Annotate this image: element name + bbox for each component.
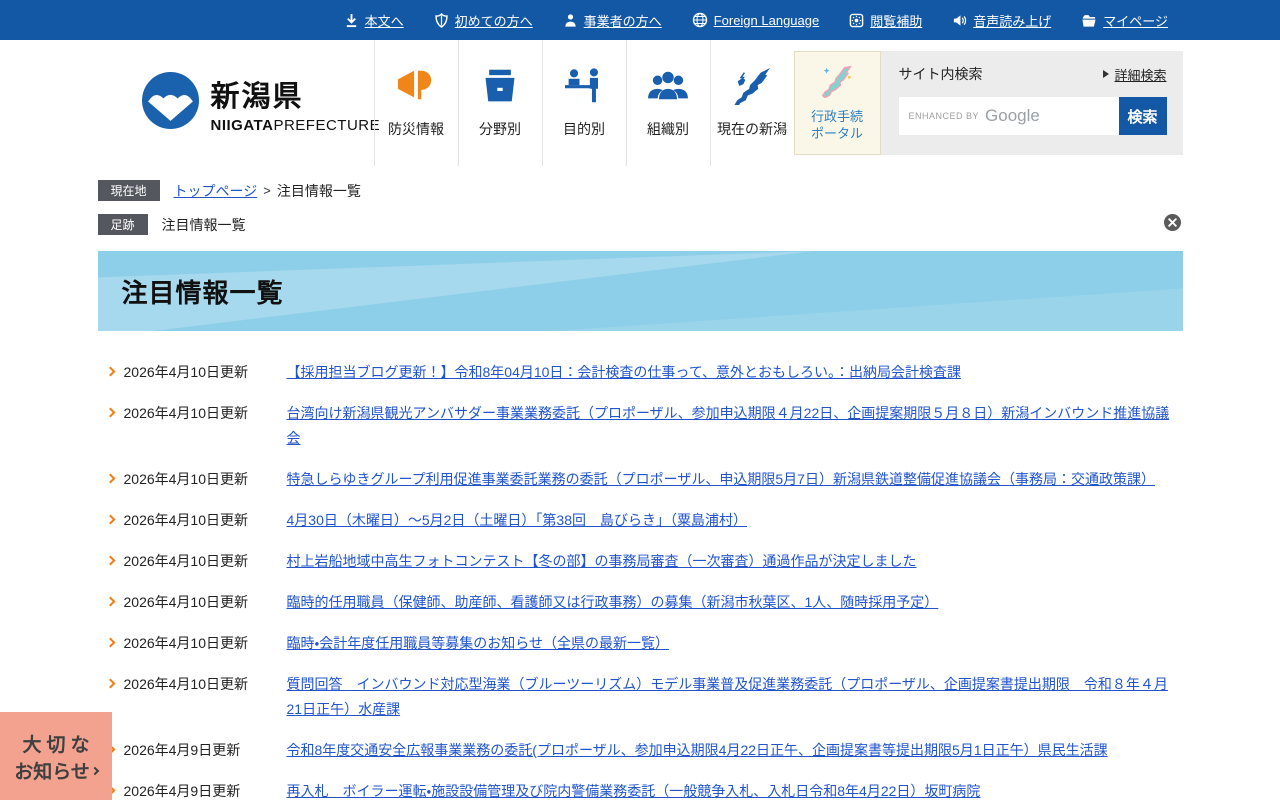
news-link[interactable]: 令和8年度交通安全広報事業業務の委託(プロポーザル、参加申込期限4月22日正午、…	[287, 738, 1183, 763]
chevron-right-icon	[105, 679, 115, 689]
close-icon	[1164, 219, 1181, 234]
news-date: 2026年4月9日更新	[124, 779, 287, 800]
megaphone-icon	[395, 67, 437, 110]
site-search-panel: サイト内検索 詳細検索 ENHANCED BY Google 検索	[881, 51, 1183, 155]
page-title: 注目情報一覧	[98, 273, 284, 310]
site-search-label: サイト内検索	[899, 64, 983, 84]
business-visitors-link[interactable]: 事業者の方へ	[563, 11, 662, 30]
nav-disaster-info[interactable]: 防災情報	[374, 40, 458, 166]
group-icon	[647, 67, 689, 110]
footprint-badge: 足跡	[98, 214, 148, 235]
news-date: 2026年4月10日更新	[124, 549, 287, 574]
foreign-language-link[interactable]: Foreign Language	[692, 12, 820, 28]
logo-title-jp: 新潟県	[211, 73, 381, 115]
news-row: 2026年4月10日更新質問回答 インバウンド対応型海業（ブルーツーリズム）モデ…	[98, 672, 1183, 722]
news-row: 2026年4月10日更新4月30日（木曜日）～5月2日（土曜日）「第38回 島び…	[98, 508, 1183, 533]
chevron-right-icon	[105, 556, 115, 566]
important-notice-button[interactable]: 大切な お知らせ	[0, 712, 112, 800]
my-page-link[interactable]: マイページ	[1081, 11, 1168, 30]
news-row: 2026年4月10日更新【採用担当ブログ更新！】令和8年04月10日：会計検査の…	[98, 360, 1183, 385]
text-to-speech-link[interactable]: 音声読み上げ	[952, 11, 1051, 30]
nav-current-niigata[interactable]: 現在の新潟	[710, 40, 794, 166]
person-icon	[563, 13, 578, 28]
first-time-visitors-link[interactable]: 初めての方へ	[434, 11, 533, 30]
portal-map-icon	[818, 64, 856, 103]
search-button[interactable]: 検索	[1119, 97, 1167, 135]
chevron-right-icon	[105, 408, 115, 418]
nav-by-organization[interactable]: 組織別	[626, 40, 710, 166]
globe-icon	[692, 12, 708, 28]
breadcrumb-current: 注目情報一覧	[277, 181, 361, 201]
news-date: 2026年4月10日更新	[124, 672, 287, 697]
chevron-right-icon	[105, 597, 115, 607]
breadcrumb: 現在地 トップページ > 注目情報一覧	[98, 180, 1183, 201]
niigata-emblem-icon	[142, 72, 199, 134]
news-row: 2026年4月9日更新令和8年度交通安全広報事業業務の委託(プロポーザル、参加申…	[98, 738, 1183, 763]
counter-icon	[564, 67, 604, 110]
advanced-search-link[interactable]: 詳細検索	[1103, 65, 1166, 84]
speaker-icon	[952, 13, 967, 28]
news-link[interactable]: 臨時的任用職員（保健師、助産師、看護師又は行政事務）の募集（新潟市秋葉区、1人、…	[287, 590, 1183, 615]
chevron-right-icon	[105, 515, 115, 525]
news-row: 2026年4月9日更新再入札 ボイラー運転・施設設備管理及び院内警備業務委託（一…	[98, 779, 1183, 800]
news-date: 2026年4月10日更新	[124, 631, 287, 656]
nav-by-purpose[interactable]: 目的別	[542, 40, 626, 166]
news-row: 2026年4月10日更新臨時・会計年度任用職員等募集のお知らせ（全県の最新一覧）	[98, 631, 1183, 656]
news-link[interactable]: 特急しらゆきグループ利用促進事業委託業務の委託（プロポーザル、申込期限5月7日）…	[287, 467, 1183, 492]
current-location-badge: 現在地	[98, 180, 160, 201]
news-date: 2026年4月10日更新	[124, 467, 287, 492]
page-title-banner: 注目情報一覧	[98, 251, 1183, 331]
news-row: 2026年4月10日更新台湾向け新潟県観光アンバサダー事業業務委託（プロポーザル…	[98, 401, 1183, 451]
news-link[interactable]: 村上岩船地域中高生フォトコンテスト【冬の部】の事務局審査（一次審査）通過作品が決…	[287, 549, 1183, 574]
chevron-right-icon	[105, 638, 115, 648]
news-row: 2026年4月10日更新特急しらゆきグループ利用促進事業委託業務の委託（プロポー…	[98, 467, 1183, 492]
news-link[interactable]: 質問回答 インバウンド対応型海業（ブルーツーリズム）モデル事業普及促進業務委託（…	[287, 672, 1183, 722]
news-row: 2026年4月10日更新村上岩船地域中高生フォトコンテスト【冬の部】の事務局審査…	[98, 549, 1183, 574]
news-row: 2026年4月10日更新臨時的任用職員（保健師、助産師、看護師又は行政事務）の募…	[98, 590, 1183, 615]
breadcrumb-separator: >	[263, 183, 271, 198]
logo-title-en: NIIGATAPREFECTURE	[211, 117, 381, 134]
site-header: 新潟県 NIIGATAPREFECTURE 防災情報 分野別 目的別 組織別 現…	[0, 40, 1280, 166]
skip-to-content-link[interactable]: 本文へ	[344, 11, 404, 30]
top-utility-bar: 本文へ 初めての方へ 事業者の方へ Foreign Language 閲覧補助 …	[0, 0, 1280, 40]
folder-icon	[1081, 13, 1097, 28]
search-input[interactable]: ENHANCED BY Google	[899, 97, 1119, 135]
arrow-right-icon	[1103, 70, 1109, 78]
nav-by-field[interactable]: 分野別	[458, 40, 542, 166]
footprint-row: 足跡 注目情報一覧	[98, 214, 1183, 235]
news-date: 2026年4月10日更新	[124, 508, 287, 533]
tray-icon	[480, 67, 520, 110]
news-date: 2026年4月10日更新	[124, 360, 287, 385]
news-link[interactable]: 【採用担当ブログ更新！】令和8年04月10日：会計検査の仕事って、意外とおもしろ…	[287, 360, 1183, 385]
skip-to-content-icon	[344, 13, 359, 28]
news-date: 2026年4月10日更新	[124, 401, 287, 426]
news-date: 2026年4月10日更新	[124, 590, 287, 615]
niigata-map-icon	[731, 67, 773, 110]
footprint-close-button[interactable]	[1164, 214, 1181, 231]
browse-assist-link[interactable]: 閲覧補助	[849, 11, 922, 30]
news-link[interactable]: 4月30日（木曜日）～5月2日（土曜日）「第38回 島びらき」（粟島浦村）	[287, 508, 1183, 533]
beginner-icon	[434, 13, 449, 28]
breadcrumb-home-link[interactable]: トップページ	[174, 181, 258, 201]
footprint-text: 注目情報一覧	[162, 215, 246, 235]
news-date: 2026年4月9日更新	[124, 738, 287, 763]
chevron-right-icon	[105, 367, 115, 377]
news-link[interactable]: 台湾向け新潟県観光アンバサダー事業業務委託（プロポーザル、参加申込期限４月22日…	[287, 401, 1183, 451]
news-link[interactable]: 臨時・会計年度任用職員等募集のお知らせ（全県の最新一覧）	[287, 631, 1183, 656]
chevron-right-icon	[105, 474, 115, 484]
niigata-logo[interactable]: 新潟県 NIIGATAPREFECTURE	[98, 40, 374, 166]
breadcrumb-area: 現在地 トップページ > 注目情報一覧 足跡 注目情報一覧	[98, 180, 1183, 235]
chevron-right-icon	[91, 766, 99, 774]
admin-procedure-portal-button[interactable]: 行政手続ポータル	[794, 51, 881, 155]
browse-assist-icon	[849, 13, 864, 28]
featured-news-list: 2026年4月10日更新【採用担当ブログ更新！】令和8年04月10日：会計検査の…	[98, 360, 1183, 800]
news-link[interactable]: 再入札 ボイラー運転・施設設備管理及び院内警備業務委託（一般競争入札、入札日令和…	[287, 779, 1183, 800]
